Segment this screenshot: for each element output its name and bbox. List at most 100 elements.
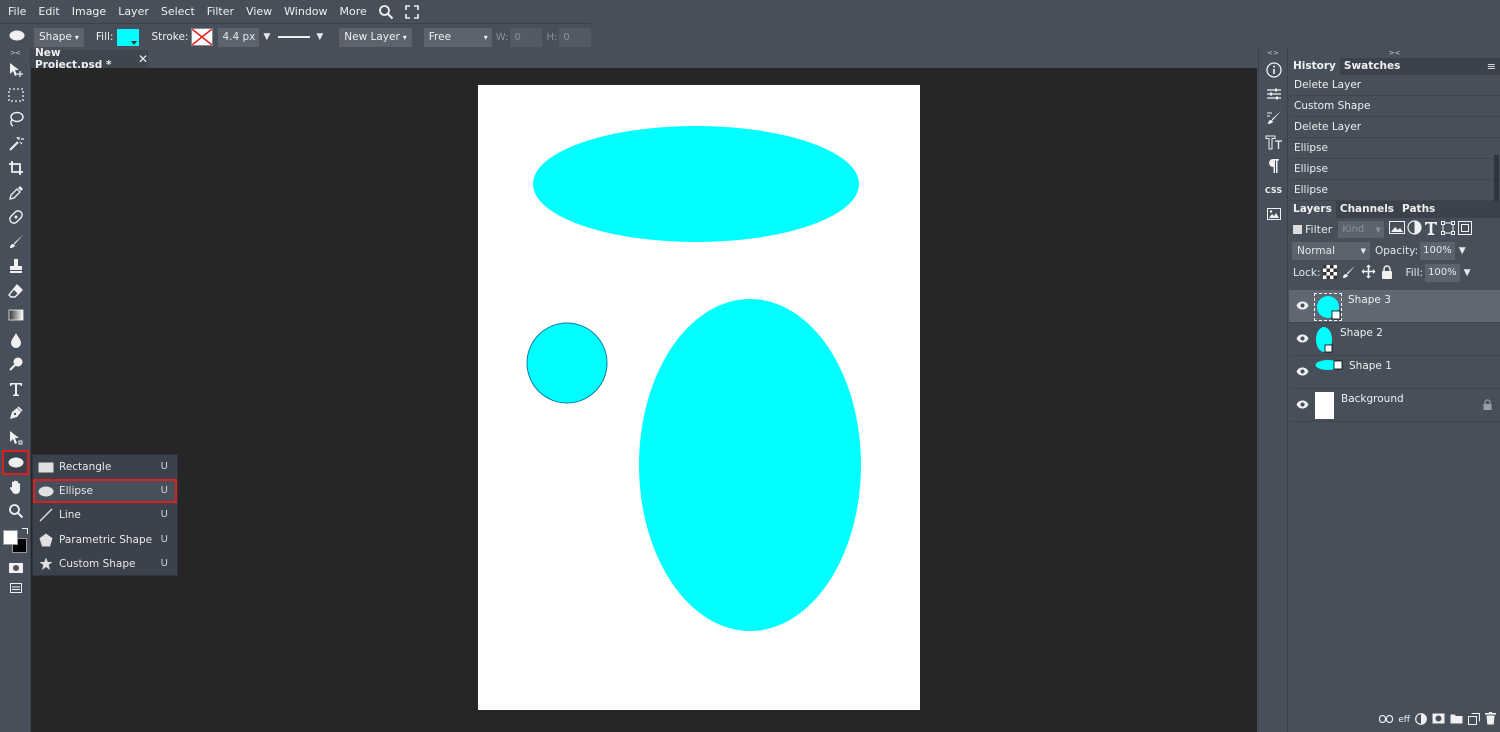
layer-row[interactable]: Background	[1289, 389, 1500, 422]
menu-edit[interactable]: Edit	[32, 1, 65, 23]
swap-colors-icon[interactable]	[22, 527, 28, 534]
menu-view[interactable]: View	[240, 1, 278, 23]
path-select-icon[interactable]	[0, 426, 31, 451]
stroke-color-swatch[interactable]	[191, 28, 214, 46]
shape-tool-ellipse-icon[interactable]	[2, 450, 29, 475]
adjustment-layer-icon[interactable]	[1415, 712, 1427, 728]
type-tool-icon[interactable]	[0, 377, 31, 402]
lock-position-icon[interactable]	[1361, 264, 1376, 282]
search-icon[interactable]	[373, 1, 399, 23]
eye-icon[interactable]	[1296, 333, 1309, 346]
new-layer-icon[interactable]	[1468, 712, 1480, 728]
hand-tool-icon[interactable]	[0, 475, 31, 500]
stroke-style-dropdown[interactable]: ▼	[278, 32, 323, 42]
fill-input[interactable]: 100%	[1425, 264, 1460, 282]
collapse-panel-icon[interactable]: ><	[1289, 48, 1500, 58]
pen-tool-icon[interactable]	[0, 401, 31, 426]
eye-icon[interactable]	[1296, 300, 1309, 313]
crop-tool-icon[interactable]	[0, 156, 31, 181]
tab-paths[interactable]: Paths	[1398, 201, 1439, 218]
height-input[interactable]: 0	[559, 27, 592, 47]
layer-row[interactable]: Shape 1	[1289, 356, 1500, 389]
flyout-item-line[interactable]: Line U	[33, 503, 177, 527]
canvas-workspace[interactable]	[31, 68, 1257, 732]
character-icon[interactable]	[1259, 130, 1288, 154]
opacity-input[interactable]: 100%	[1420, 242, 1455, 260]
brush-tool-icon[interactable]	[0, 230, 31, 255]
layer-row[interactable]: Shape 2	[1289, 323, 1500, 356]
history-item[interactable]: Ellipse	[1289, 159, 1500, 180]
menu-window[interactable]: Window	[278, 1, 333, 23]
healing-brush-icon[interactable]	[0, 205, 31, 230]
menu-file[interactable]: File	[2, 1, 32, 23]
stroke-width-dropdown-icon[interactable]: ▼	[263, 32, 270, 42]
panel-menu-icon[interactable]: ≡	[1487, 58, 1496, 75]
filter-smart-object-icon[interactable]	[1458, 220, 1473, 238]
stamp-tool-icon[interactable]	[0, 254, 31, 279]
filter-image-icon[interactable]	[1389, 221, 1406, 237]
fill-color-swatch[interactable]	[117, 28, 140, 46]
screen-mode-icon[interactable]	[0, 580, 31, 596]
blur-tool-icon[interactable]	[0, 328, 31, 353]
close-icon[interactable]: ✕	[138, 52, 148, 66]
flyout-item-rectangle[interactable]: Rectangle U	[33, 455, 177, 479]
quick-mask-icon[interactable]	[0, 556, 31, 581]
move-tool-icon[interactable]	[0, 58, 31, 83]
info-icon[interactable]	[1259, 58, 1288, 82]
eraser-tool-icon[interactable]	[0, 279, 31, 304]
eyedropper-icon[interactable]	[0, 181, 31, 206]
tab-history[interactable]: History	[1289, 58, 1340, 75]
shape-circle-small[interactable]	[526, 322, 608, 404]
layer-mode-dropdown[interactable]: New Layer ▾	[339, 27, 412, 47]
brush-settings-icon[interactable]	[1259, 106, 1288, 130]
flyout-item-ellipse[interactable]: Ellipse U	[33, 479, 177, 504]
blend-mode-dropdown[interactable]: Normal ▼	[1292, 242, 1370, 260]
new-group-icon[interactable]	[1450, 713, 1463, 727]
filter-type-icon[interactable]	[1424, 221, 1438, 238]
artboard[interactable]	[478, 85, 920, 710]
menu-image[interactable]: Image	[66, 1, 112, 23]
menu-more[interactable]: More	[334, 1, 373, 23]
history-item[interactable]: Delete Layer	[1289, 75, 1500, 96]
history-item[interactable]: Delete Layer	[1289, 117, 1500, 138]
shape-ellipse-top[interactable]	[533, 126, 859, 242]
history-item[interactable]: Ellipse	[1289, 180, 1500, 201]
menu-filter[interactable]: Filter	[201, 1, 240, 23]
zoom-tool-icon[interactable]	[0, 499, 31, 524]
image-icon[interactable]	[1259, 202, 1288, 226]
eye-icon[interactable]	[1296, 366, 1309, 379]
marquee-tool-icon[interactable]	[0, 83, 31, 108]
adjustments-icon[interactable]	[1259, 82, 1288, 106]
magic-wand-icon[interactable]	[0, 132, 31, 157]
stroke-width-input[interactable]: 4.4 px	[218, 27, 260, 47]
link-layers-icon[interactable]	[1379, 714, 1394, 726]
menu-layer[interactable]: Layer	[112, 1, 155, 23]
layer-row[interactable]: Shape 3	[1289, 290, 1500, 323]
menu-select[interactable]: Select	[155, 1, 201, 23]
history-item[interactable]: Custom Shape	[1289, 96, 1500, 117]
collapse-toolbar-icon[interactable]: ><	[0, 48, 30, 58]
layer-effects-icon[interactable]: eff	[1398, 715, 1410, 725]
foreground-color-swatch[interactable]	[3, 529, 18, 545]
paragraph-icon[interactable]	[1259, 154, 1288, 178]
lasso-tool-icon[interactable]	[0, 107, 31, 132]
history-item[interactable]: Ellipse	[1289, 138, 1500, 159]
color-swatches[interactable]	[0, 524, 31, 556]
flyout-item-custom-shape[interactable]: Custom Shape U	[33, 552, 177, 576]
lock-all-icon[interactable]	[1381, 264, 1393, 282]
tab-layers[interactable]: Layers	[1289, 201, 1336, 218]
history-scrollbar[interactable]	[1494, 155, 1499, 201]
layer-mask-icon[interactable]	[1432, 713, 1445, 727]
tab-channels[interactable]: Channels	[1336, 201, 1398, 218]
dodge-tool-icon[interactable]	[0, 352, 31, 377]
fullscreen-icon[interactable]	[399, 1, 425, 23]
document-tab[interactable]: New Project.psd * ✕	[31, 47, 148, 71]
css-icon[interactable]: CSS	[1259, 178, 1288, 202]
lock-transparency-icon[interactable]	[1323, 264, 1338, 282]
flyout-item-parametric-shape[interactable]: Parametric Shape U	[33, 528, 177, 552]
kind-dropdown[interactable]: Kind ▼	[1338, 220, 1385, 238]
filter-checkbox[interactable]	[1293, 224, 1302, 234]
fill-dropdown-icon[interactable]: ▼	[1464, 268, 1471, 278]
lock-pixels-icon[interactable]	[1342, 265, 1356, 282]
delete-layer-icon[interactable]	[1485, 712, 1496, 728]
